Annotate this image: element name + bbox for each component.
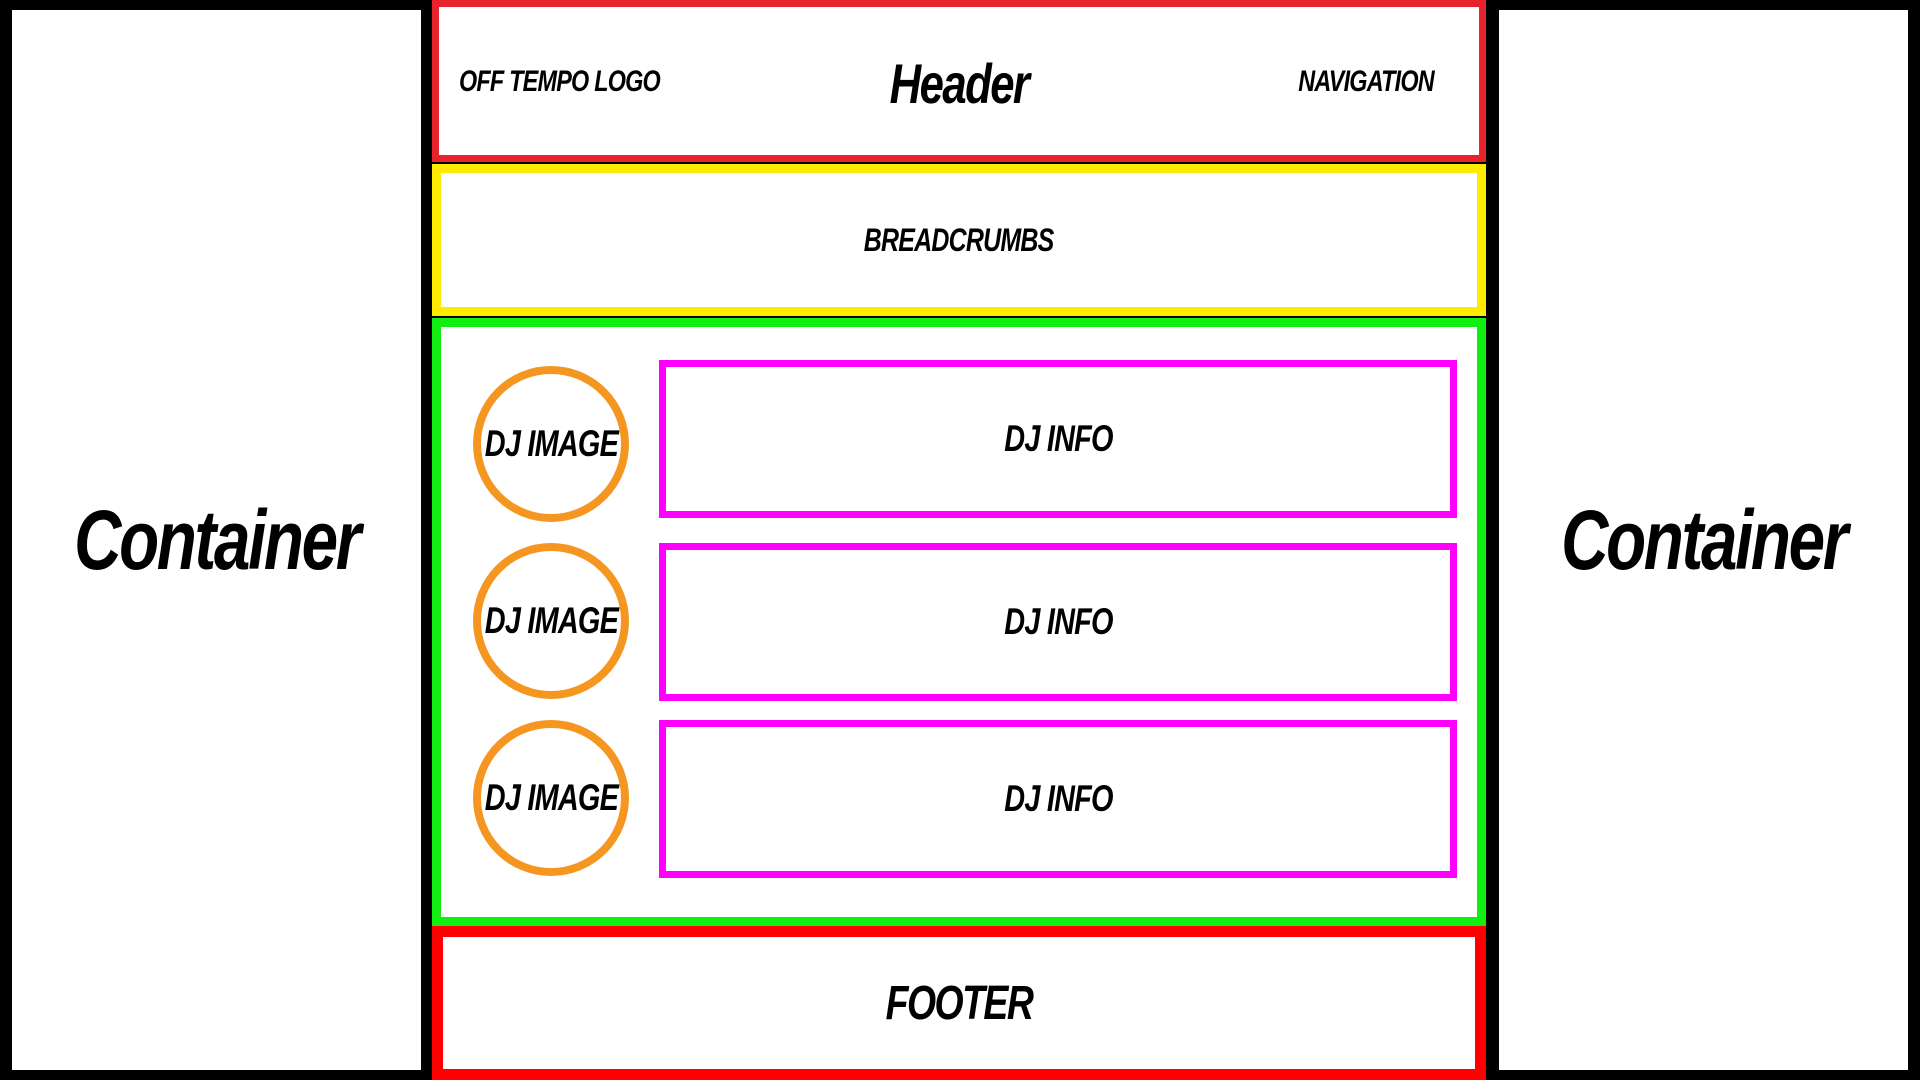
right-container-label: Container (1561, 492, 1848, 587)
dj-image-label: DJ IMAGE (484, 600, 618, 641)
header-title: Header (889, 52, 1030, 115)
dj-info-box: DJ INFO (659, 360, 1457, 518)
wireframe-diagram: Container Container OFF TEMPO LOGO Heade… (0, 0, 1920, 1080)
dj-info-box: DJ INFO (659, 543, 1457, 701)
dj-info-label: DJ INFO (1003, 601, 1113, 642)
dj-image-circle: DJ IMAGE (473, 366, 629, 522)
dj-image-label: DJ IMAGE (484, 777, 618, 818)
dj-info-label: DJ INFO (1003, 778, 1113, 819)
breadcrumbs-label: BREADCRUMBS (864, 221, 1054, 258)
dj-info-box: DJ INFO (659, 720, 1457, 878)
breadcrumbs-section: BREADCRUMBS (432, 164, 1486, 316)
header-section: OFF TEMPO LOGO Header NAVIGATION (432, 0, 1486, 162)
footer-section: FOOTER (432, 926, 1486, 1080)
navigation-label: NAVIGATION (1298, 65, 1434, 98)
dj-image-circle: DJ IMAGE (473, 543, 629, 699)
footer-label: FOOTER (885, 976, 1034, 1030)
left-container-label: Container (74, 492, 361, 587)
right-container-panel: Container (1499, 10, 1908, 1070)
dj-info-label: DJ INFO (1003, 418, 1113, 459)
dj-image-circle: DJ IMAGE (473, 720, 629, 876)
dj-image-label: DJ IMAGE (484, 423, 618, 464)
left-container-panel: Container (12, 10, 421, 1070)
